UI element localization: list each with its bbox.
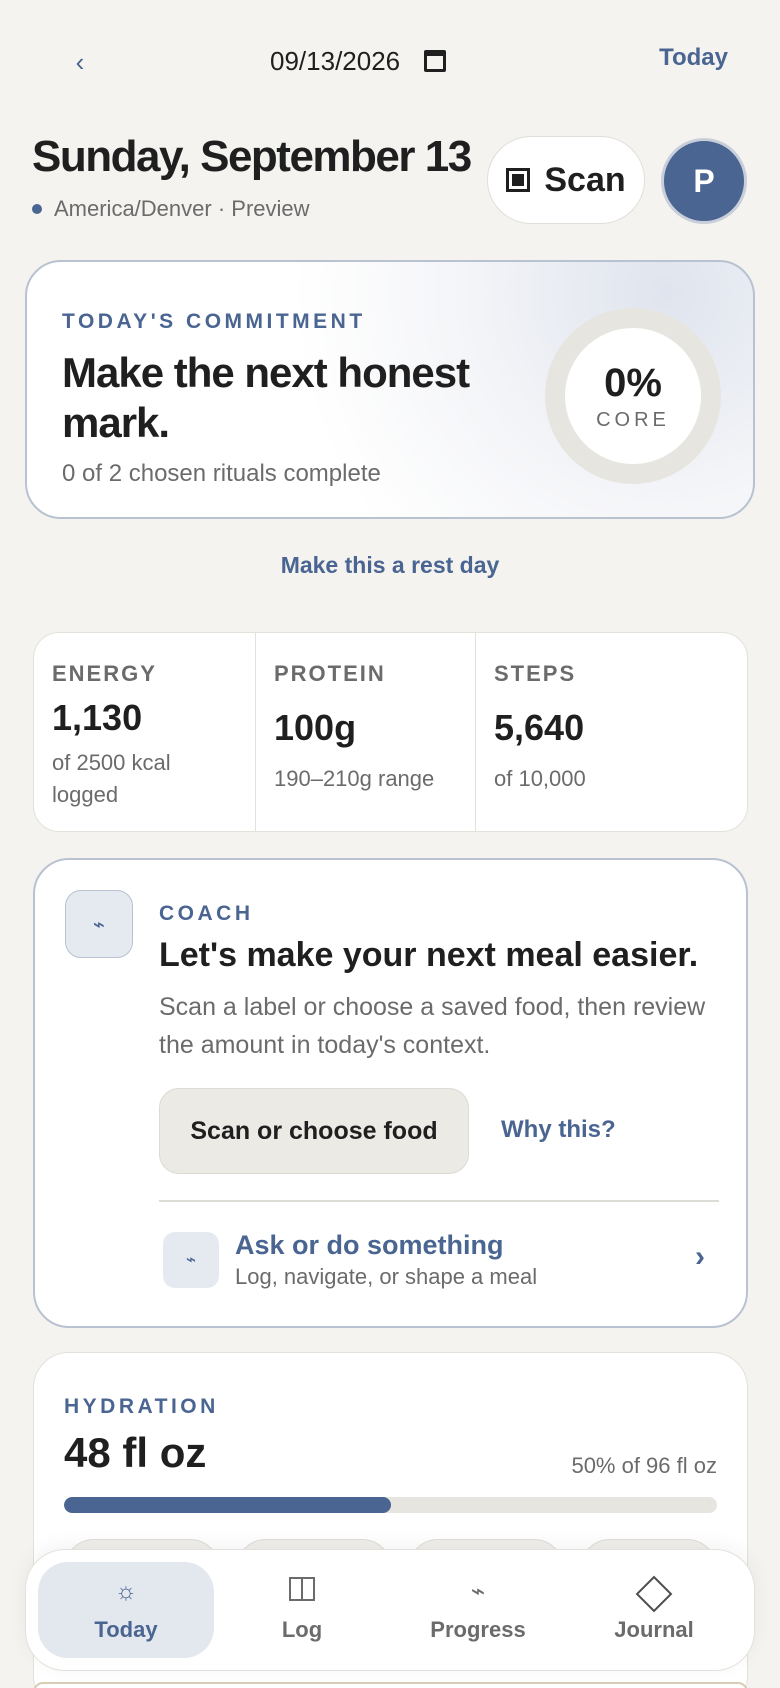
coach-heading: Let's make your next meal easier. — [159, 936, 699, 974]
scan-button[interactable]: Scan — [487, 136, 645, 224]
commitment-heading: Make the next honest mark. — [62, 349, 470, 446]
core-ring-center: 0% CORE — [565, 328, 701, 464]
bolt-icon: ⌁ — [470, 1578, 486, 1605]
scan-icon — [506, 168, 531, 192]
divider — [159, 1200, 719, 1202]
nav-item-journal[interactable]: Journal — [566, 1562, 742, 1658]
why-this-link[interactable]: Why this? — [501, 1116, 616, 1144]
ask-title[interactable]: Ask or do something — [235, 1230, 504, 1261]
nav-label: Progress — [430, 1617, 526, 1642]
stat-note: of 2500 kcal logged — [52, 750, 171, 807]
coach-card: ⌁ COACH Let's make your next meal easier… — [33, 858, 748, 1328]
stat-note: of 10,000 — [494, 766, 586, 791]
next-card-peek — [33, 1682, 748, 1688]
hydration-progress-bar — [64, 1497, 717, 1513]
commitment-eyebrow: TODAY'S COMMITMENT — [62, 310, 366, 333]
coach-bolt-icon: ⌁ — [65, 890, 133, 958]
stat-energy: ENERGY 1,130 of 2500 kcal logged — [34, 633, 256, 831]
hydration-progress-fill — [64, 1497, 391, 1513]
scan-or-choose-food-button[interactable]: Scan or choose food — [159, 1088, 469, 1174]
core-label: CORE — [596, 408, 670, 431]
nav-label: Journal — [614, 1617, 694, 1642]
commitment-card: TODAY'S COMMITMENT Make the next honest … — [25, 260, 755, 519]
date-value: 09/13/2026 — [270, 45, 401, 76]
stat-value: 100g — [274, 707, 357, 748]
coach-eyebrow: COACH — [159, 902, 254, 925]
ask-bolt-icon[interactable]: ⌁ — [163, 1232, 219, 1288]
nav-item-today[interactable]: ☼ Today — [38, 1562, 214, 1658]
core-percent: 0% — [604, 360, 662, 405]
stat-steps: STEPS 5,640 of 10,000 — [476, 633, 747, 831]
chevron-right-icon[interactable]: › — [695, 1240, 705, 1274]
back-button[interactable]: ‹ — [62, 40, 98, 84]
rest-day-button[interactable]: Make this a rest day — [0, 552, 780, 579]
nav-label: Today — [94, 1617, 158, 1642]
stat-label: STEPS — [494, 661, 577, 686]
stat-note: 190–210g range — [274, 766, 435, 791]
hydration-eyebrow: HYDRATION — [64, 1395, 219, 1418]
nav-item-log[interactable]: Log — [214, 1562, 390, 1658]
stat-value: 5,640 — [494, 707, 585, 748]
status-dot-icon — [32, 204, 42, 214]
timezone-label: America/Denver · Preview — [54, 196, 310, 221]
scan-button-label: Scan — [544, 160, 626, 199]
calendar-icon[interactable] — [424, 50, 447, 72]
stat-label: PROTEIN — [274, 661, 386, 686]
diamond-icon — [635, 1575, 673, 1613]
timezone-meta: America/Denver · Preview — [32, 196, 310, 222]
ask-subtitle[interactable]: Log, navigate, or shape a meal — [235, 1264, 537, 1290]
stat-label: ENERGY — [52, 661, 157, 686]
commitment-subtitle: 0 of 2 chosen rituals complete — [62, 460, 381, 487]
hydration-value: 48 fl oz — [64, 1429, 207, 1476]
core-progress-ring: 0% CORE — [545, 308, 721, 484]
page-title: Sunday, September 13 — [32, 132, 472, 181]
nav-label: Log — [281, 1617, 323, 1642]
avatar[interactable]: P — [661, 138, 747, 224]
coach-body: Scan a label or choose a saved food, the… — [159, 993, 706, 1059]
bottom-nav: ☼ Today Log ⌁ Progress Journal — [25, 1549, 755, 1671]
stats-panel: ENERGY 1,130 of 2500 kcal logged PROTEIN… — [33, 632, 748, 832]
date-input[interactable]: 09/13/2026 — [270, 38, 447, 84]
book-icon — [289, 1577, 315, 1607]
sun-icon: ☼ — [115, 1578, 137, 1605]
nav-item-progress[interactable]: ⌁ Progress — [390, 1562, 566, 1658]
today-button[interactable]: Today — [659, 44, 728, 72]
hydration-note: 50% of 96 fl oz — [571, 1453, 717, 1478]
stat-protein: PROTEIN 100g 190–210g range — [256, 633, 476, 831]
stat-value: 1,130 — [52, 697, 143, 738]
